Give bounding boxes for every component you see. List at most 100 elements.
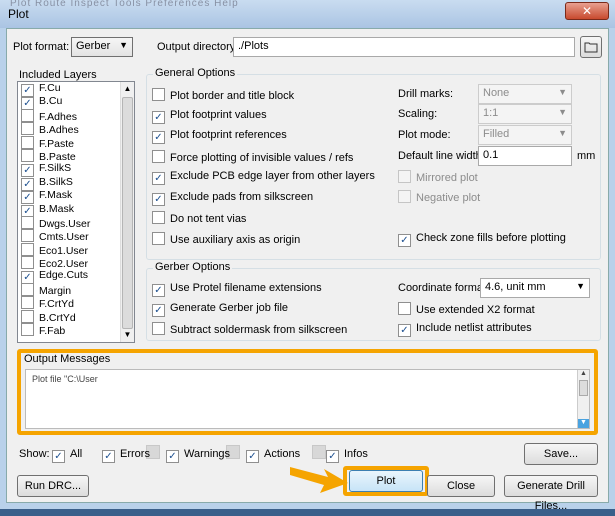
default-line-width-label: Default line width: xyxy=(398,150,485,162)
messages-scrollbar[interactable]: ▲ ▼ xyxy=(577,370,589,428)
gerber-options-title: Gerber Options xyxy=(153,261,233,273)
window-title: Plot xyxy=(8,7,29,21)
actions-color-swatch xyxy=(312,445,326,459)
layer-item[interactable]: B.Paste xyxy=(18,148,134,163)
scroll-up-icon[interactable]: ▲ xyxy=(121,82,134,96)
general-option-checkbox-label: Exclude PCB edge layer from other layers xyxy=(170,170,375,182)
layer-item[interactable]: ✓ F.Mask xyxy=(18,189,134,205)
show-filter-checkbox[interactable]: ✓ Warnings xyxy=(166,448,230,463)
gerber-option-checkbox[interactable]: ✓ Use Protel filename extensions xyxy=(152,282,322,297)
layer-item-label: Eco2.User xyxy=(39,258,89,271)
layer-item[interactable]: ✓ B.Mask xyxy=(18,203,134,218)
layer-item-label: F.Paste xyxy=(39,137,75,150)
layer-item[interactable]: B.CrtYd xyxy=(18,309,134,324)
checkmark-icon: ✓ xyxy=(152,131,165,144)
layer-item[interactable]: Cmts.User xyxy=(18,229,134,243)
included-layers-list[interactable]: ✓ F.Cu ✓ B.Cu F.Adhes B.Adhes F.Paste B.Paste ✓ F… xyxy=(17,81,135,343)
coordinate-format-select[interactable]: 4.6, unit mm ▼ xyxy=(480,278,590,298)
run-drc-button[interactable]: Run DRC... xyxy=(17,475,89,497)
close-button[interactable]: Close xyxy=(427,475,495,497)
layer-item[interactable]: Dwgs.User xyxy=(18,215,134,230)
checkbox-box xyxy=(21,242,34,256)
mirrored-plot-label: Mirrored plot xyxy=(416,172,478,184)
drill-marks-select[interactable]: None ▼ xyxy=(478,84,572,104)
checkmark-icon: ✓ xyxy=(102,450,115,463)
checkbox-box xyxy=(152,211,165,224)
general-option-checkbox[interactable]: ✓ Exclude PCB edge layer from other layer… xyxy=(152,170,375,185)
plot-format-select[interactable]: Gerber ▼ xyxy=(71,37,133,57)
plot-mode-select[interactable]: Filled ▼ xyxy=(478,125,572,145)
chevron-down-icon: ▼ xyxy=(558,107,567,117)
layer-item-label: Eco1.User xyxy=(39,244,89,257)
scroll-down-icon[interactable]: ▼ xyxy=(121,328,134,342)
layers-scrollbar[interactable]: ▲ ▼ xyxy=(120,82,134,342)
gerber-option-checkbox-label: Subtract soldermask from silkscreen xyxy=(170,324,348,336)
general-option-checkbox[interactable]: ✓ Exclude pads from silkscreen xyxy=(152,191,313,206)
chevron-down-icon: ▼ xyxy=(558,128,567,138)
default-line-width-input[interactable]: 0.1 xyxy=(478,146,572,166)
dialog-client: Plot format: Gerber ▼ Output directory: … xyxy=(6,28,609,512)
gerber-option-checkbox[interactable]: ✓ Generate Gerber job file xyxy=(152,302,288,317)
checkbox-box xyxy=(152,88,165,101)
title-bar[interactable]: Plot Route Inspect Tools Preferences Hel… xyxy=(0,0,615,28)
gerber-option-checkbox-label: Generate Gerber job file xyxy=(170,302,289,314)
coordinate-format-label: Coordinate format: xyxy=(398,282,490,294)
mirrored-plot-checkbox[interactable]: Mirrored plot xyxy=(398,170,478,184)
scroll-thumb[interactable] xyxy=(122,97,133,329)
checkbox-box xyxy=(21,229,34,243)
checkbox-box xyxy=(21,122,34,136)
output-directory-input[interactable]: ./Plots xyxy=(233,37,575,57)
netlist-attributes-checkbox[interactable]: ✓ Include netlist attributes xyxy=(398,322,532,337)
layer-item[interactable]: F.Adhes xyxy=(18,108,134,123)
layer-item[interactable]: Eco2.User xyxy=(18,256,134,271)
show-filter-checkbox-label: Infos xyxy=(344,448,368,460)
general-option-checkbox-label: Plot footprint references xyxy=(170,129,287,141)
extended-x2-checkbox[interactable]: Use extended X2 format xyxy=(398,302,535,316)
scroll-thumb[interactable] xyxy=(579,380,588,396)
layer-item-label: Dwgs.User xyxy=(39,217,91,230)
scaling-select[interactable]: 1:1 ▼ xyxy=(478,104,572,124)
window-close-button[interactable]: ✕ xyxy=(565,2,609,20)
show-filter-checkbox[interactable]: ✓ Infos xyxy=(326,448,368,463)
layer-item-label: F.CrtYd xyxy=(39,298,75,311)
plot-mode-value: Filled xyxy=(483,128,510,140)
general-option-checkbox[interactable]: Use auxiliary axis as origin xyxy=(152,232,300,246)
layer-item[interactable]: B.Adhes xyxy=(18,122,134,136)
layer-item[interactable]: ✓ F.Cu xyxy=(18,82,134,97)
layer-item[interactable]: ✓ B.SilkS xyxy=(18,175,134,191)
browse-folder-button[interactable] xyxy=(580,36,602,58)
checkbox-box xyxy=(21,215,34,229)
general-option-checkbox[interactable]: Force plotting of invisible values / ref… xyxy=(152,150,353,164)
scroll-up-icon[interactable]: ▲ xyxy=(578,370,589,377)
background-menu-ghost: Plot Route Inspect Tools Preferences Hel… xyxy=(10,0,239,9)
check-zone-fills-checkbox[interactable]: ✓ Check zone fills before plotting xyxy=(398,232,566,247)
show-filter-checkbox[interactable]: ✓ All xyxy=(52,448,82,463)
layer-item[interactable]: ✓ B.Cu xyxy=(18,95,134,111)
plot-button[interactable]: Plot xyxy=(349,470,423,492)
output-messages-area[interactable]: Plot file "C:\User ▲ ▼ xyxy=(25,369,590,429)
layer-item[interactable]: Eco1.User xyxy=(18,242,134,257)
checkbox-box xyxy=(152,232,165,245)
layer-item[interactable]: F.Paste xyxy=(18,135,134,150)
show-filter-checkbox[interactable]: ✓ Errors xyxy=(102,448,150,463)
layer-item[interactable]: Margin xyxy=(18,282,134,297)
general-option-checkbox[interactable]: ✓ Plot footprint values xyxy=(152,109,267,124)
layer-item[interactable]: F.Fab xyxy=(18,323,134,337)
show-filter-checkbox[interactable]: ✓ Actions xyxy=(246,448,300,463)
layer-item[interactable]: ✓ Edge.Cuts xyxy=(18,269,134,285)
plot-format-label: Plot format: xyxy=(13,41,70,53)
scroll-down-icon[interactable]: ▼ xyxy=(578,419,589,428)
general-option-checkbox[interactable]: Plot border and title block xyxy=(152,88,294,102)
generate-drill-files-button[interactable]: Generate Drill Files... xyxy=(504,475,598,512)
drill-marks-label: Drill marks: xyxy=(398,88,453,100)
save-messages-button[interactable]: Save... xyxy=(524,443,598,465)
general-option-checkbox[interactable]: ✓ Plot footprint references xyxy=(152,129,287,144)
layer-item-label: B.SilkS xyxy=(39,175,73,188)
layer-item[interactable]: F.CrtYd xyxy=(18,296,134,311)
layer-item[interactable]: ✓ F.SilkS xyxy=(18,162,134,178)
negative-plot-checkbox[interactable]: Negative plot xyxy=(398,190,480,204)
layer-item-label: Margin xyxy=(39,284,72,297)
general-option-checkbox[interactable]: Do not tent vias xyxy=(152,211,246,225)
gerber-option-checkbox[interactable]: Subtract soldermask from silkscreen xyxy=(152,322,347,336)
chevron-down-icon: ▼ xyxy=(576,281,585,291)
